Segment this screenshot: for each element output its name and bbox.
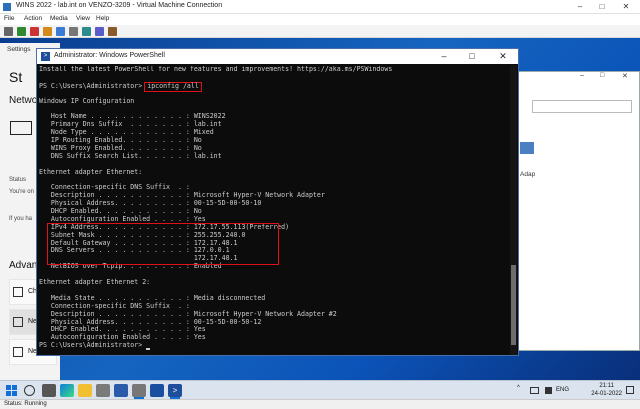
network-app-icon[interactable] (150, 384, 164, 397)
menu-file[interactable]: File (4, 15, 14, 22)
settings-status-text: Status (9, 177, 27, 183)
settings-network-heading: Netwo (9, 95, 38, 106)
vm-window-title: WINS 2022 - lab.int on VENZO-3209 - Virt… (16, 2, 223, 9)
settings-text-line3: If you ha (9, 216, 33, 222)
ctrl-alt-del-icon[interactable] (4, 27, 13, 36)
netconn-search-input[interactable] (532, 100, 632, 113)
language-indicator[interactable]: ENG (556, 387, 569, 393)
tray-overflow-icon[interactable]: ^ (517, 385, 520, 391)
vm-toolbar (0, 25, 640, 38)
powershell-console[interactable]: Install the latest PowerShell for new fe… (39, 66, 509, 354)
clock-time: 21:11 (599, 383, 614, 389)
turn-off-icon[interactable] (30, 27, 39, 36)
ps-minimize-button[interactable]: – (433, 49, 455, 64)
vm-status-text: Status: Running (4, 401, 47, 407)
clock[interactable]: 21:11 24-01-2022 (591, 382, 622, 398)
network-connections-window[interactable]: – □ ✕ Adap (511, 71, 640, 351)
netconn-close-button[interactable]: ✕ (622, 72, 628, 80)
vm-maximize-button[interactable]: □ (592, 0, 612, 14)
settings-gear-icon[interactable] (132, 384, 146, 397)
netconn-maximize-button[interactable]: □ (600, 72, 604, 79)
file-explorer-icon[interactable] (78, 384, 92, 397)
network-icon (13, 317, 23, 327)
vm-close-button[interactable]: ✕ (616, 0, 636, 14)
globe-icon (13, 347, 23, 357)
edge-icon[interactable] (60, 384, 74, 397)
checkpoint-icon[interactable] (95, 27, 104, 36)
console-prompt: PS C:\Users\Administrator> (39, 341, 147, 350)
powershell-taskbar-icon[interactable]: > (168, 384, 182, 397)
network-tray-icon[interactable] (530, 387, 539, 394)
taskbar: > ^ ENG 21:11 24-01-2022 (0, 380, 640, 399)
shutdown-icon[interactable] (43, 27, 52, 36)
revert-icon[interactable] (108, 27, 117, 36)
pause-icon[interactable] (69, 27, 78, 36)
search-icon[interactable] (24, 385, 35, 396)
console-prompt: PS C:\Users\Administrator> (39, 81, 143, 90)
control-panel-icon[interactable] (114, 384, 128, 397)
vm-connection-icon (3, 3, 11, 11)
start-vm-icon[interactable] (17, 27, 26, 36)
console-prompt-line: PS C:\Users\Administrator> ipconfig /all (39, 81, 509, 92)
windows-start-icon[interactable] (6, 385, 17, 396)
console-cursor (146, 348, 151, 351)
ps-maximize-button[interactable]: □ (461, 49, 483, 64)
netconn-adapter-label: Adap (520, 171, 536, 178)
menu-action[interactable]: Action (24, 15, 42, 22)
powershell-window[interactable]: > Administrator: Windows PowerShell – □ … (36, 48, 519, 356)
console-prompt-line: PS C:\Users\Administrator> (39, 341, 509, 351)
netconn-minimize-button[interactable]: – (580, 72, 584, 79)
ps-close-button[interactable]: ✕ (492, 49, 514, 64)
notification-icon[interactable] (626, 386, 634, 394)
reset-icon[interactable] (82, 27, 91, 36)
vm-menubar: File Action Media View Help (0, 14, 640, 25)
console-line: Install the latest PowerShell for new fe… (39, 66, 393, 73)
console-line: Windows IP Configuration (39, 96, 135, 105)
adapter-icon (520, 142, 534, 154)
clock-date: 24-01-2022 (591, 391, 622, 397)
powershell-titlebar: > Administrator: Windows PowerShell – □ … (37, 49, 518, 64)
console-command: ipconfig /all (144, 81, 202, 92)
ipv4-highlight-box (47, 223, 279, 265)
console-line: Ethernet adapter Ethernet: (39, 167, 143, 176)
menu-media[interactable]: Media (50, 15, 68, 22)
settings-title: Settings (7, 46, 31, 53)
console-scrollbar[interactable] (510, 65, 517, 355)
task-view-icon[interactable] (42, 384, 56, 397)
scrollbar-thumb[interactable] (511, 265, 516, 345)
vm-minimize-button[interactable]: – (570, 0, 590, 14)
powershell-title: Administrator: Windows PowerShell (54, 52, 165, 59)
server-manager-icon[interactable] (96, 384, 110, 397)
powershell-icon: > (41, 52, 50, 61)
adapter-icon (13, 287, 23, 297)
vm-titlebar: WINS 2022 - lab.int on VENZO-3209 - Virt… (0, 0, 640, 14)
vm-status-bar: Status: Running (0, 399, 640, 409)
monitor-icon (10, 121, 32, 135)
console-line: Ethernet adapter Ethernet 2: (39, 278, 151, 287)
settings-text-line2: You're on (9, 189, 34, 195)
volume-tray-icon[interactable] (545, 387, 552, 394)
netconn-titlebar: – □ ✕ (512, 72, 639, 84)
menu-view[interactable]: View (76, 15, 90, 22)
save-state-icon[interactable] (56, 27, 65, 36)
settings-heading: St (9, 69, 23, 85)
console-line: DNS Suffix Search List. . . . . . : lab.… (39, 151, 222, 160)
menu-help[interactable]: Help (96, 15, 109, 22)
